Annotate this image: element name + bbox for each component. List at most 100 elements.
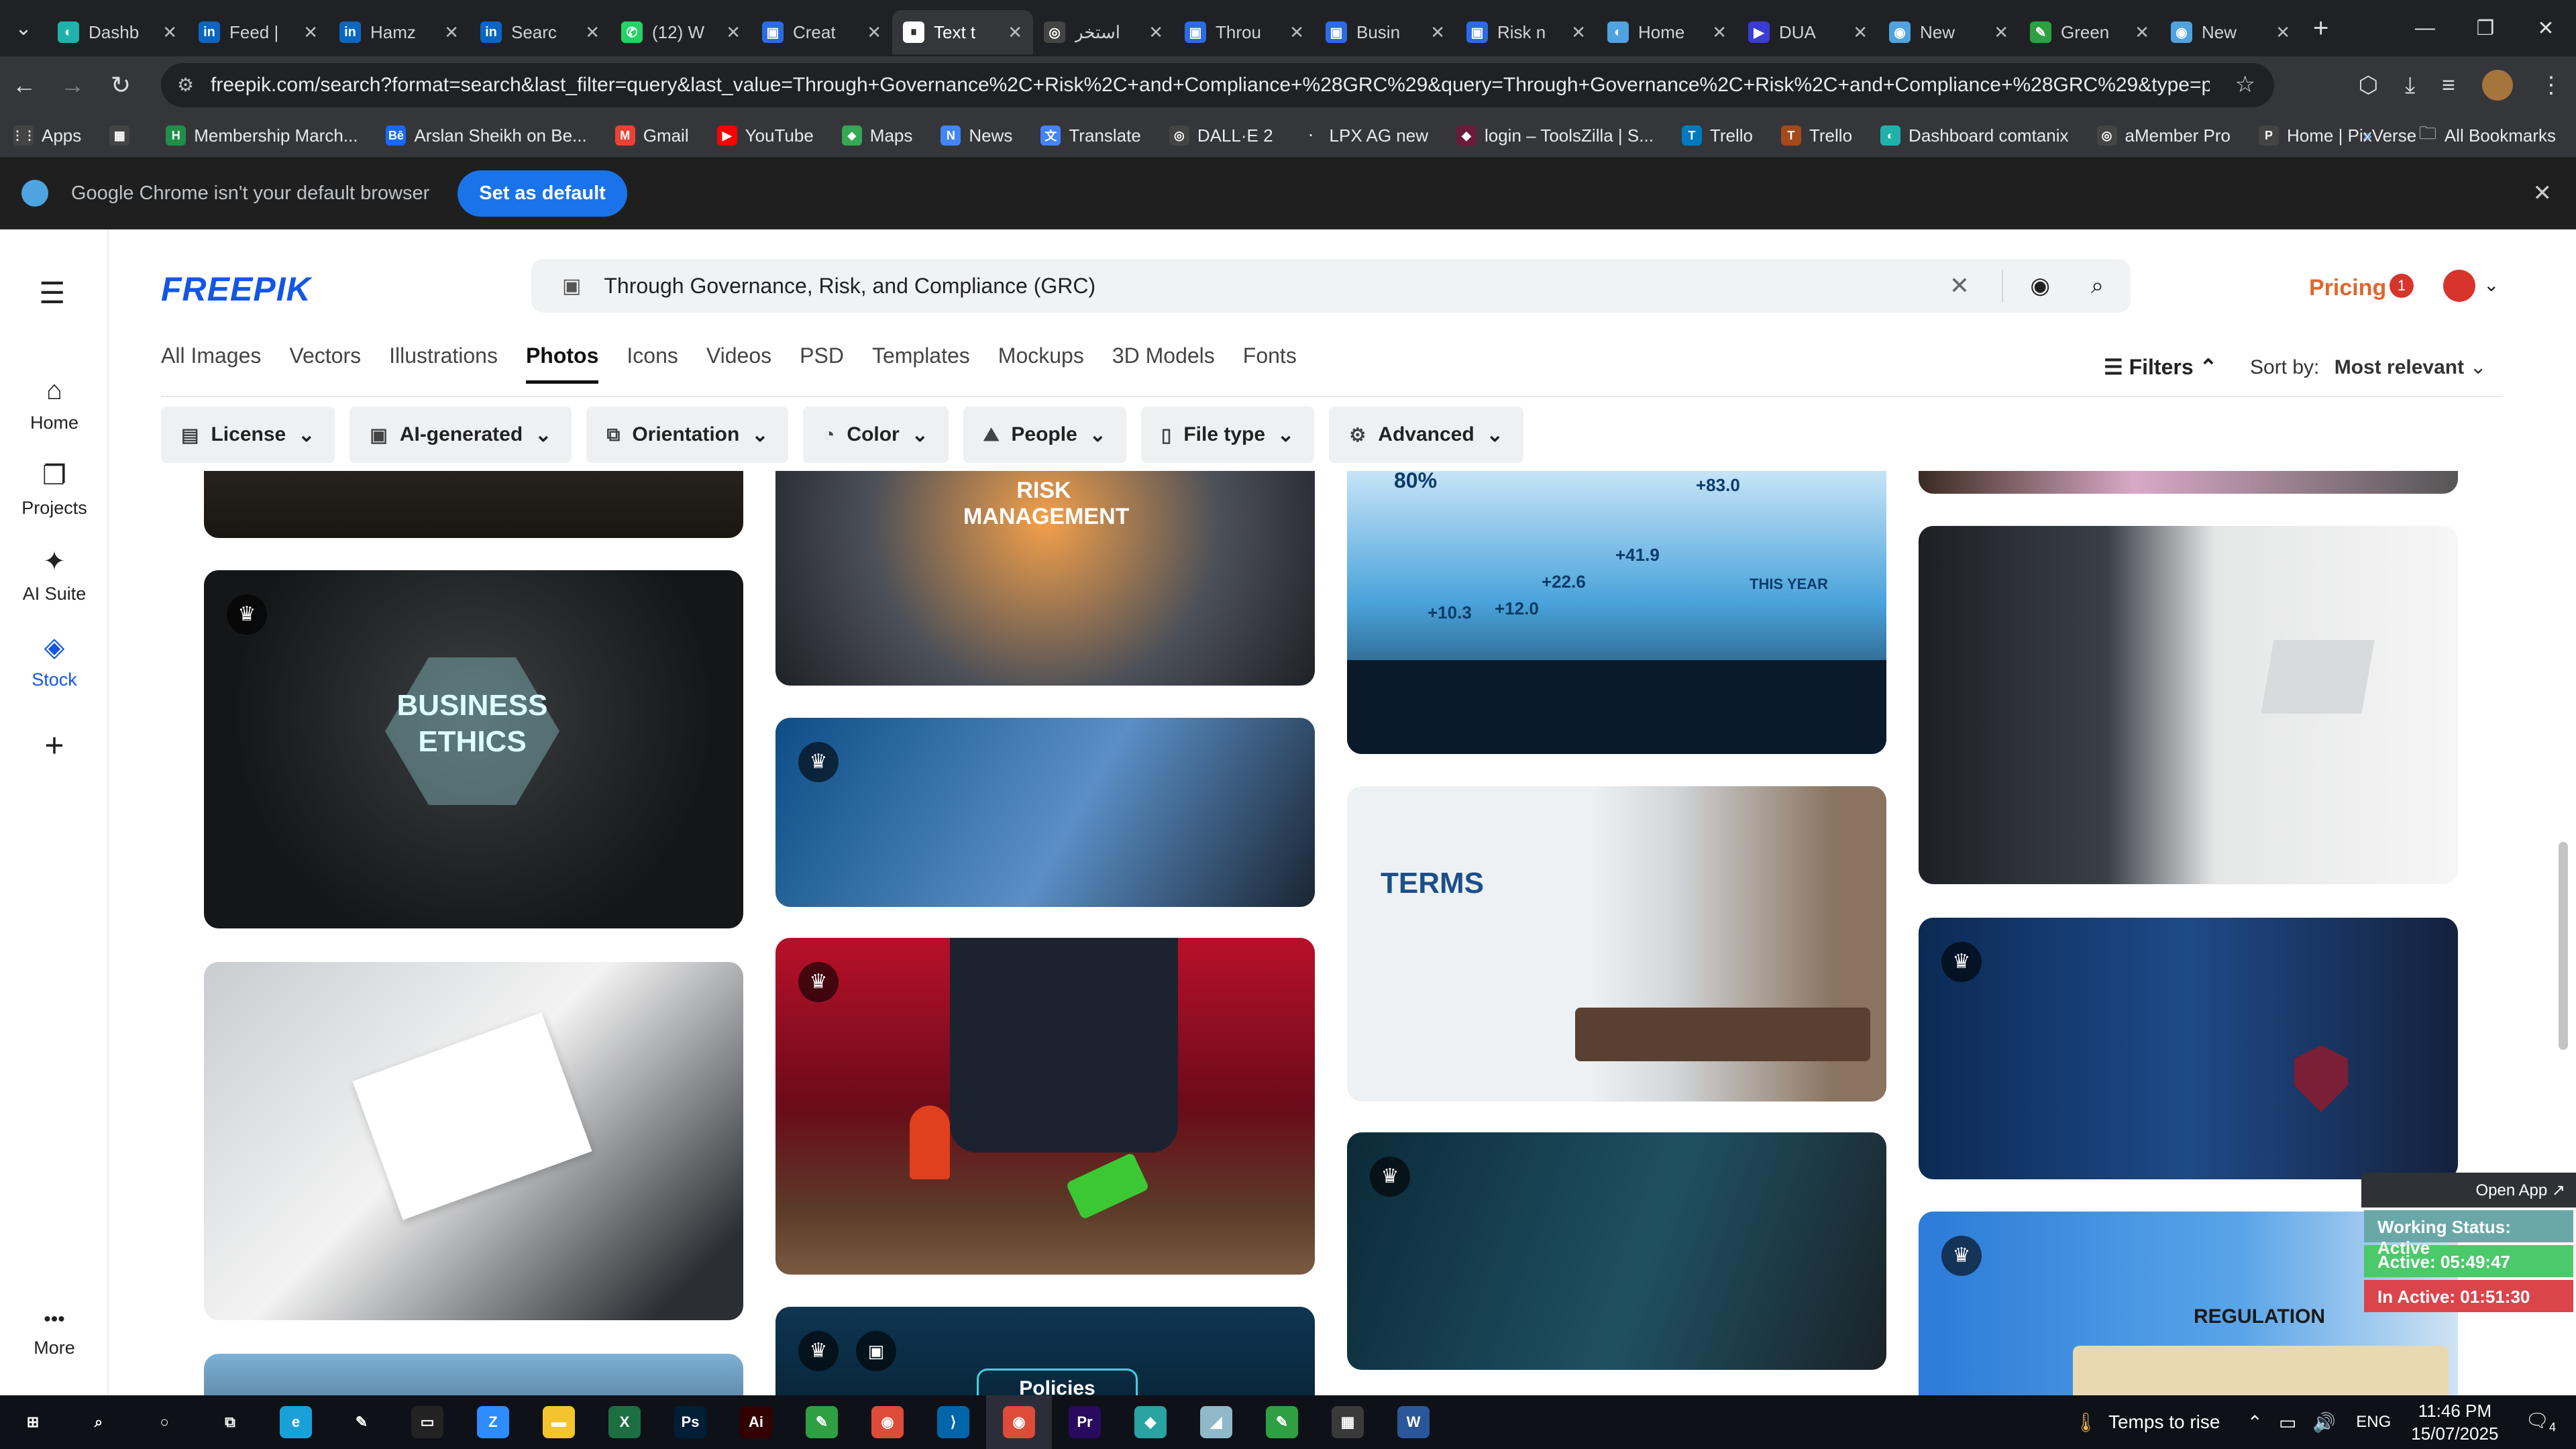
tab-videos[interactable]: Videos xyxy=(706,343,771,384)
volume-icon[interactable]: 🔊 xyxy=(2312,1411,2336,1434)
filter-orientation[interactable]: ⧉ Orientation ⌄ xyxy=(586,407,789,463)
tab-close-icon[interactable]: ✕ xyxy=(444,22,459,43)
network-icon[interactable]: ▭ xyxy=(2279,1411,2296,1434)
browser-tab[interactable]: ▣ Busin ✕ xyxy=(1315,10,1456,54)
bookmark-item[interactable]: ⋮⋮ Apps xyxy=(11,125,81,146)
browser-tab[interactable]: ◉ New ✕ xyxy=(1878,10,2019,54)
new-tab-button[interactable]: + xyxy=(2313,13,2328,44)
sidebar-add-button[interactable]: + xyxy=(0,726,109,771)
infobar-close-icon[interactable]: ✕ xyxy=(2533,180,2553,207)
search-icon[interactable]: ⌕ xyxy=(2091,273,2104,299)
image-card[interactable] xyxy=(204,471,743,538)
image-card[interactable]: TERMS xyxy=(1347,786,1886,1102)
sort-dropdown[interactable]: Sort by: Most relevant ⌄ xyxy=(2250,356,2487,379)
tab-all-images[interactable]: All Images xyxy=(161,343,261,384)
sidebar-item-projects[interactable]: ❐ Projects xyxy=(0,460,109,519)
search-bar[interactable]: ▣ Through Governance, Risk, and Complian… xyxy=(531,259,2131,313)
bookmark-item[interactable]: ▶ YouTube xyxy=(716,125,814,146)
image-card[interactable]: ♛ xyxy=(775,718,1315,907)
back-button[interactable]: ← xyxy=(0,71,48,99)
bookmark-item[interactable]: H Membership March... xyxy=(166,125,358,146)
clear-search-icon[interactable]: ✕ xyxy=(1949,272,1970,300)
browser-tab[interactable]: ✆ (12) W ✕ xyxy=(610,10,751,54)
notification-badge[interactable]: 1 xyxy=(2390,274,2414,298)
bookmark-item[interactable]: ◎ DALL·E 2 xyxy=(1169,125,1273,146)
tab-mockups[interactable]: Mockups xyxy=(998,343,1084,384)
taskbar-chrome[interactable]: ◉ xyxy=(855,1395,920,1449)
address-bar[interactable]: ⚙ freepik.com/search?format=search&last_… xyxy=(161,63,2274,107)
filter-ai-generated[interactable]: ▣ AI-generated ⌄ xyxy=(350,407,572,463)
restore-button[interactable]: ❐ xyxy=(2455,0,2516,56)
taskbar-cortana[interactable]: ○ xyxy=(131,1395,197,1449)
open-app-button[interactable]: Open App ↗ xyxy=(2361,1173,2576,1208)
bookmark-item[interactable]: ◎ aMember Pro xyxy=(2096,125,2231,146)
tab-close-icon[interactable]: ✕ xyxy=(2275,22,2290,43)
notification-center-icon[interactable]: 🗨4 xyxy=(2525,1409,2556,1435)
image-card[interactable]: RISK MANAGEMENT xyxy=(775,471,1315,686)
image-card[interactable]: ♛ xyxy=(1347,1132,1886,1370)
filter-advanced[interactable]: ⚙ Advanced ⌄ xyxy=(1329,407,1523,463)
bookmark-item[interactable]: M Gmail xyxy=(614,125,689,146)
weather-text[interactable]: Temps to rise xyxy=(2108,1411,2220,1433)
tab-close-icon[interactable]: ✕ xyxy=(2135,22,2149,43)
tab-fonts[interactable]: Fonts xyxy=(1243,343,1297,384)
clock[interactable]: 11:46 PM 15/07/2025 xyxy=(2411,1399,2498,1445)
image-card[interactable]: 80% +83.0 +41.9 +22.6 +10.3 +12.0 THIS Y… xyxy=(1347,471,1886,754)
taskbar-photoshop[interactable]: Ps xyxy=(657,1395,723,1449)
taskbar-app-green[interactable]: ✎ xyxy=(789,1395,855,1449)
bookmark-item[interactable]: ◆ login – ToolsZilla | S... xyxy=(1456,125,1654,146)
taskbar-word[interactable]: W xyxy=(1381,1395,1446,1449)
tray-chevron-icon[interactable]: ⌃ xyxy=(2247,1411,2262,1434)
tab-close-icon[interactable]: ✕ xyxy=(726,22,741,43)
extension-icon[interactable]: ⬡ xyxy=(2358,72,2378,99)
tab-close-icon[interactable]: ✕ xyxy=(1430,22,1445,43)
filters-toggle[interactable]: ☰ Filters ⌃ xyxy=(2104,354,2217,380)
browser-tab[interactable]: ▶ DUA ✕ xyxy=(1737,10,1878,54)
filter-file-type[interactable]: ▯ File type ⌄ xyxy=(1140,407,1315,463)
tab-close-icon[interactable]: ✕ xyxy=(1853,22,1868,43)
browser-tab[interactable]: ▣ Risk n ✕ xyxy=(1456,10,1597,54)
image-card[interactable]: ♛ xyxy=(1919,918,2458,1179)
taskbar-premiere[interactable]: Pr xyxy=(1052,1395,1118,1449)
tab-icons[interactable]: Icons xyxy=(627,343,678,384)
taskbar-zoom[interactable]: Z xyxy=(460,1395,526,1449)
image-card[interactable] xyxy=(1919,471,2458,494)
tab-close-icon[interactable]: ✕ xyxy=(1148,22,1163,43)
tab-vectors[interactable]: Vectors xyxy=(289,343,361,384)
tab-3d-models[interactable]: 3D Models xyxy=(1112,343,1215,384)
bookmark-item[interactable]: T Trello xyxy=(1780,125,1852,146)
image-card[interactable] xyxy=(204,962,743,1320)
bookmark-star-icon[interactable]: ☆ xyxy=(2235,71,2255,98)
taskbar-task-view[interactable]: ⧉ xyxy=(197,1395,263,1449)
taskbar-excel[interactable]: X xyxy=(592,1395,657,1449)
overflow-chevron-icon[interactable]: » xyxy=(2362,125,2371,146)
taskbar-app-green2[interactable]: ✎ xyxy=(1249,1395,1315,1449)
taskbar-illustrator[interactable]: Ai xyxy=(723,1395,789,1449)
bookmark-item[interactable]: 文 Translate xyxy=(1040,125,1141,146)
browser-tab[interactable]: ◐ Dashb ✕ xyxy=(47,10,188,54)
browser-tab[interactable]: ▣ Throu ✕ xyxy=(1174,10,1315,54)
pricing-link[interactable]: Pricing xyxy=(2309,275,2386,301)
filter-license[interactable]: ▤ License ⌄ xyxy=(161,407,335,463)
tab-illustrations[interactable]: Illustrations xyxy=(389,343,498,384)
bookmark-item[interactable]: ▦ xyxy=(109,125,138,146)
filter-color[interactable]: ◔ Color ⌄ xyxy=(803,407,949,463)
taskbar-pen[interactable]: ✎ xyxy=(329,1395,394,1449)
bookmark-item[interactable]: ⬥ Maps xyxy=(841,125,912,146)
tab-search-button[interactable]: ⌄ xyxy=(0,0,47,56)
taskbar-explorer[interactable]: ▬ xyxy=(526,1395,592,1449)
image-card[interactable]: ♛ xyxy=(775,938,1315,1275)
camera-search-icon[interactable]: ◉ xyxy=(2030,272,2050,299)
tab-close-icon[interactable]: ✕ xyxy=(585,22,600,43)
language-indicator[interactable]: ENG xyxy=(2356,1413,2391,1432)
tab-close-icon[interactable]: ✕ xyxy=(303,22,318,43)
bookmark-item[interactable]: T Trello xyxy=(1681,125,1753,146)
tab-close-icon[interactable]: ✕ xyxy=(1712,22,1727,43)
all-bookmarks[interactable]: » 🗀 All Bookmarks xyxy=(2362,114,2556,157)
tab-close-icon[interactable]: ✕ xyxy=(1008,22,1022,43)
taskbar-search[interactable]: ⌕ xyxy=(66,1395,131,1449)
close-window-button[interactable]: ✕ xyxy=(2516,0,2576,56)
browser-tab[interactable]: in Searc ✕ xyxy=(470,10,610,54)
bookmark-item[interactable]: · LPX AG new xyxy=(1301,125,1428,146)
browser-tab[interactable]: ◐ Home ✕ xyxy=(1597,10,1737,54)
